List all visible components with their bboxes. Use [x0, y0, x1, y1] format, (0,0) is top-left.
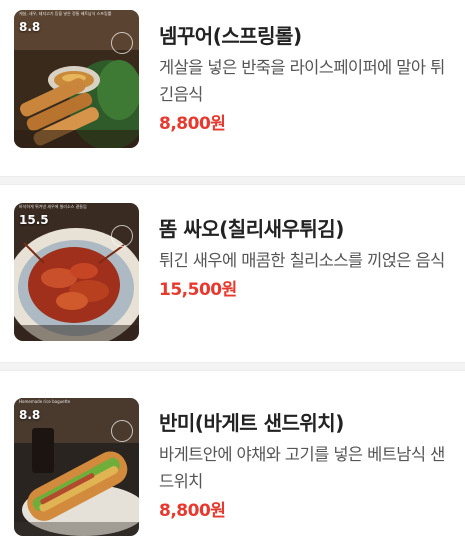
item-description: 바게트안에 야채와 고기를 넣은 베트남식 샌드위치	[159, 445, 445, 491]
item-text: 반미(바게트 샌드위치) 바게트안에 야채와 고기를 넣은 베트남식 샌드위치 …	[159, 409, 454, 523]
thumb-price-badge: 8.8	[19, 20, 41, 34]
item-name: 똠 싸오(칠리새우튀김)	[159, 217, 344, 241]
item-price: 8,800원	[159, 501, 226, 521]
restaurant-logo-icon	[111, 225, 133, 247]
menu-list: 게살, 새우, 돼지고기 등을 넣은 정통 베트남식 스프링롤 8.8 넴꾸어(…	[0, 0, 465, 547]
item-name: 반미(바게트 샌드위치)	[159, 411, 344, 435]
restaurant-logo-icon	[111, 32, 133, 54]
item-price: 8,800원	[159, 114, 226, 134]
item-divider	[0, 176, 465, 185]
menu-item-banh-mi[interactable]: Homemade rice baguette 8.8 반미(바게트 샌드위치) …	[0, 371, 465, 547]
item-divider	[0, 362, 465, 371]
item-description: 게살을 넣은 반죽을 라이스페이퍼에 말아 튀긴음식	[159, 58, 445, 104]
item-price: 15,500원	[159, 280, 237, 300]
item-text: 넴꾸어(스프링롤) 게살을 넣은 반죽을 라이스페이퍼에 말아 튀긴음식 8,8…	[159, 22, 454, 136]
restaurant-logo-icon	[111, 420, 133, 442]
spring-roll-photo[interactable]: 게살, 새우, 돼지고기 등을 넣은 정통 베트남식 스프링롤 8.8	[14, 10, 139, 148]
menu-item-spring-roll[interactable]: 게살, 새우, 돼지고기 등을 넣은 정통 베트남식 스프링롤 8.8 넴꾸어(…	[0, 0, 465, 176]
chili-shrimp-photo[interactable]: 바삭하게 튀겨낸 새우에 칠리소스 곁들임 15.5	[14, 203, 139, 341]
thumb-caption: 게살, 새우, 돼지고기 등을 넣은 정통 베트남식 스프링롤	[19, 11, 112, 16]
item-name: 넴꾸어(스프링롤)	[159, 24, 302, 48]
item-description: 튀긴 새우에 매콤한 칠리소스를 끼얹은 음식	[159, 251, 445, 270]
thumb-price-badge: 15.5	[19, 213, 49, 227]
menu-item-chili-shrimp[interactable]: 바삭하게 튀겨낸 새우에 칠리소스 곁들임 15.5 똠 싸오(칠리새우튀김) …	[0, 185, 465, 361]
thumb-price-badge: 8.8	[19, 408, 41, 422]
thumb-caption: 바삭하게 튀겨낸 새우에 칠리소스 곁들임	[19, 204, 87, 209]
item-text: 똠 싸오(칠리새우튀김) 튀긴 새우에 매콤한 칠리소스를 끼얹은 음식 15,…	[159, 215, 454, 302]
thumb-caption: Homemade rice baguette	[19, 399, 71, 404]
banh-mi-photo[interactable]: Homemade rice baguette 8.8	[14, 398, 139, 536]
